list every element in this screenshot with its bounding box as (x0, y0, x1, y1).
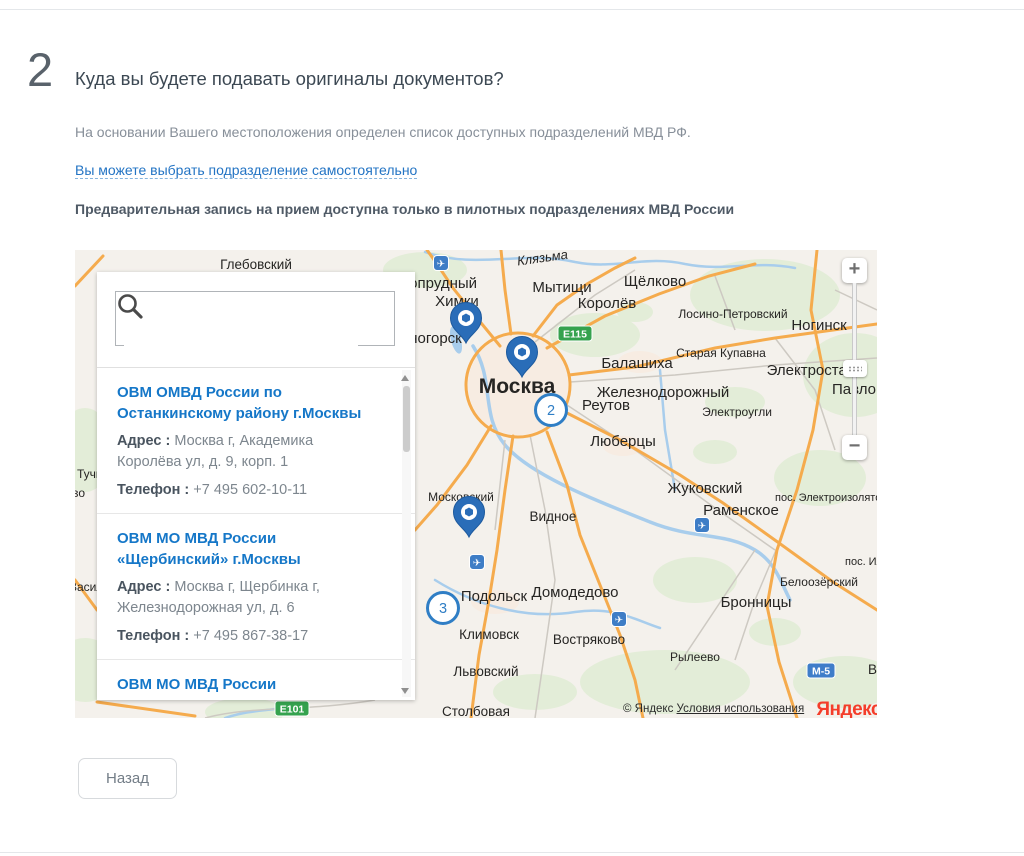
map-label: Мытищи (532, 279, 591, 296)
map-attribution: © Яндекс Условия использования Яндекс (623, 696, 877, 718)
offices-panel: ОВМ ОМВД России по Останкинскому району … (97, 272, 415, 700)
road-badge: М-5 (807, 663, 835, 678)
zoom-out-button[interactable]: − (842, 435, 867, 460)
svg-text:✈: ✈ (473, 558, 481, 569)
airport-icon: ✈ (695, 518, 710, 533)
map-label: Климовск (459, 627, 519, 642)
map-label: Столбовая (442, 704, 510, 718)
map-label: Домодедово (532, 584, 619, 601)
office-phone: Телефон : +7 495 602-10-11 (117, 480, 379, 501)
svg-text:3: 3 (439, 601, 447, 617)
map-label: Щёлково (624, 273, 686, 290)
svg-text:✈: ✈ (698, 521, 706, 532)
road-badge: E115 (558, 326, 592, 341)
map-cluster[interactable]: 3 (428, 593, 459, 624)
map-label: Глебовский (220, 257, 292, 272)
map-label: Рылеево (670, 650, 720, 664)
page: 2 Куда вы будете подавать оригиналы доку… (0, 0, 1024, 856)
search-area (97, 272, 415, 367)
map-label: Востряково (553, 632, 625, 647)
map-cluster[interactable]: 2 (536, 395, 567, 426)
map-label: Раменское (703, 502, 779, 519)
office-address: Адрес : Москва г, Академика Королёва ул,… (117, 431, 379, 473)
map[interactable]: МоскваХимкиДолгопрудныйКрасногорскМытищи… (75, 250, 877, 718)
back-button[interactable]: Назад (78, 758, 177, 799)
map-label: Реутов (582, 397, 630, 414)
map-label: Белоозёрский (780, 575, 858, 589)
map-label: Старая Купавна (676, 346, 766, 360)
terms-of-use-link[interactable]: Условия использования (677, 703, 805, 715)
map-label: Жуковский (668, 480, 743, 497)
slider-grip-icon (848, 366, 862, 372)
map-label: Балашиха (601, 355, 673, 372)
top-divider (0, 9, 1024, 10)
search-input[interactable] (124, 292, 358, 347)
zoom-slider-handle[interactable] (843, 360, 867, 377)
description-text: На основании Вашего местоположения опред… (75, 124, 691, 140)
zoom-slider-track[interactable] (852, 283, 857, 435)
scrollbar-thumb[interactable] (403, 386, 410, 452)
svg-text:2: 2 (547, 403, 555, 419)
office-phone: Телефон : +7 495 867-38-17 (117, 626, 379, 647)
map-label: Подольск (461, 588, 528, 605)
office-address: Адрес : Москва г, Щербинка г, Железнодор… (117, 577, 379, 619)
office-item[interactable]: ОВМ ОМВД России по Останкинскому району … (97, 368, 415, 513)
search-icon[interactable] (116, 292, 144, 320)
scrollbar-down-arrow-icon[interactable] (401, 688, 409, 694)
office-name-link[interactable]: ОВМ МО МВД России «Красносельское» г.Мос… (117, 674, 379, 700)
map-label: пос. Электроизолятор (775, 492, 877, 504)
choose-department-link[interactable]: Вы можете выбрать подразделение самостоя… (75, 162, 417, 179)
svg-text:✈: ✈ (615, 615, 623, 626)
map-label: пос. Ильинский (845, 556, 877, 568)
map-label: Воскресенск (868, 662, 877, 677)
airport-icon: ✈ (470, 555, 485, 570)
svg-text:E101: E101 (280, 704, 305, 716)
step-number: 2 (27, 46, 53, 93)
map-label: Лосино-Петровский (678, 307, 787, 321)
svg-text:E115: E115 (563, 329, 587, 341)
svg-text:✈: ✈ (437, 259, 445, 270)
pilot-note: Предварительная запись на прием доступна… (75, 201, 734, 217)
search-box[interactable] (115, 291, 395, 346)
airport-icon: ✈ (434, 256, 449, 271)
yandex-copyright: © Яндекс (623, 703, 673, 715)
map-label: Бронницы (721, 594, 792, 611)
office-item[interactable]: ОВМ МО МВД России «Щербинский» г.Москвы А… (97, 513, 415, 659)
svg-text:М-5: М-5 (812, 666, 830, 678)
map-label: Видное (530, 509, 577, 524)
zoom-in-button[interactable]: + (842, 258, 867, 283)
bottom-divider (0, 852, 1024, 853)
scrollbar-up-arrow-icon[interactable] (401, 375, 409, 381)
map-label: Люберцы (590, 433, 656, 450)
map-label: Электроугли (702, 405, 772, 419)
office-name-link[interactable]: ОВМ МО МВД России «Щербинский» г.Москвы (117, 528, 379, 570)
map-label: Львовский (453, 664, 518, 679)
yandex-logo[interactable]: Яндекс (816, 699, 877, 718)
map-label: Одинцово (75, 486, 85, 500)
road-badge: E101 (275, 701, 309, 716)
office-list: ОВМ ОМВД России по Останкинскому району … (97, 368, 415, 700)
office-item[interactable]: ОВМ МО МВД России «Красносельское» г.Мос… (97, 659, 415, 700)
page-title: Куда вы будете подавать оригиналы докуме… (75, 68, 504, 90)
office-name-link[interactable]: ОВМ ОМВД России по Останкинскому району … (117, 382, 379, 424)
map-label: Ногинск (791, 317, 847, 334)
airport-icon: ✈ (612, 612, 627, 627)
map-label: Королёв (578, 295, 637, 312)
